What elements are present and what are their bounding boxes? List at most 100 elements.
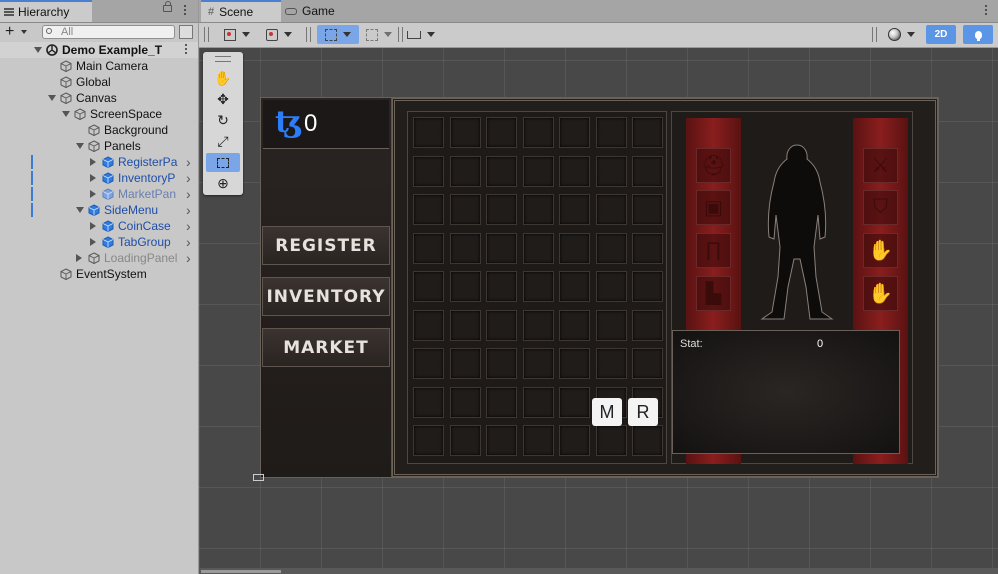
hierarchy-item-tab-group[interactable]: TabGroup › — [0, 234, 198, 250]
inventory-slot[interactable] — [413, 309, 444, 341]
lock-icon[interactable] — [163, 1, 172, 12]
inventory-slot[interactable] — [559, 386, 590, 418]
hierarchy-item-inventory-panel[interactable]: InventoryP › — [0, 170, 198, 186]
hierarchy-item-event-system[interactable]: EventSystem — [0, 266, 198, 282]
palette-grip-icon[interactable] — [215, 56, 231, 62]
scale-tool-button[interactable]: ⤢ — [206, 132, 240, 151]
inventory-slot[interactable] — [486, 271, 517, 302]
tab-game[interactable]: Game — [285, 0, 335, 22]
inventory-slot[interactable] — [595, 232, 627, 264]
inventory-slot[interactable] — [449, 117, 481, 148]
chevron-right-icon[interactable]: › — [186, 187, 191, 201]
chevron-right-icon[interactable]: › — [186, 171, 191, 185]
hierarchy-search-field[interactable]: All — [42, 25, 175, 39]
inventory-slot[interactable] — [522, 194, 554, 225]
register-button[interactable]: REGISTER — [262, 226, 390, 265]
inventory-slot[interactable] — [559, 271, 590, 302]
foldout-expanded-icon[interactable] — [34, 47, 42, 53]
foldout-expanded-icon[interactable] — [76, 207, 84, 213]
inventory-slot[interactable] — [595, 194, 627, 225]
inventory-slot[interactable] — [413, 271, 444, 302]
chevron-right-icon[interactable]: › — [186, 219, 191, 233]
chevron-right-icon[interactable]: › — [186, 251, 191, 265]
helmet-slot[interactable]: ⛑ — [696, 148, 731, 183]
lighting-toggle-button[interactable] — [963, 25, 993, 44]
hierarchy-item-canvas[interactable]: Canvas — [0, 90, 198, 106]
add-object-dropdown-icon[interactable] — [21, 30, 27, 34]
inventory-slot[interactable] — [632, 271, 663, 302]
hierarchy-tab[interactable]: Hierarchy — [0, 0, 92, 22]
rotate-tool-button[interactable]: ↻ — [206, 111, 240, 130]
foldout-collapsed-icon[interactable] — [90, 190, 96, 198]
foldout-expanded-icon[interactable] — [48, 95, 56, 101]
rect-transform-handle[interactable] — [253, 474, 264, 481]
inventory-slot[interactable] — [559, 232, 590, 264]
chevron-right-icon[interactable]: › — [186, 235, 191, 249]
rect-tool-button[interactable] — [206, 153, 240, 172]
inventory-slot[interactable] — [522, 348, 554, 379]
inventory-slot[interactable] — [559, 425, 590, 456]
inventory-slot[interactable] — [413, 232, 444, 264]
inventory-slot[interactable] — [449, 271, 481, 302]
hierarchy-item-panels[interactable]: Panels — [0, 138, 198, 154]
inventory-slot[interactable] — [522, 386, 554, 418]
inventory-slot[interactable] — [595, 348, 627, 379]
inventory-slot[interactable] — [522, 232, 554, 264]
hierarchy-item-side-menu[interactable]: SideMenu › — [0, 202, 198, 218]
inventory-slot[interactable] — [522, 425, 554, 456]
inventory-slot[interactable] — [595, 309, 627, 341]
inventory-slot[interactable] — [522, 155, 554, 187]
ruler-dropdown[interactable] — [403, 25, 439, 44]
inventory-slot[interactable] — [449, 386, 481, 418]
scene-viewport[interactable]: ✋ ✥ ↻ ⤢ ⊕ ꜩ 0 REGISTER INVENTORY MARKET … — [199, 48, 998, 574]
shield-slot[interactable]: ⛉ — [863, 190, 898, 225]
tab-scene[interactable]: # Scene — [201, 0, 281, 22]
inventory-slot[interactable] — [486, 194, 517, 225]
hierarchy-item-global[interactable]: Global — [0, 74, 198, 90]
transform-tool-button[interactable]: ⊕ — [206, 174, 240, 193]
hierarchy-item-coin-case[interactable]: CoinCase › — [0, 218, 198, 234]
hierarchy-menu-icon[interactable] — [184, 5, 187, 17]
increment-snap-toggle[interactable] — [361, 25, 397, 44]
inventory-slot[interactable] — [486, 348, 517, 379]
chevron-right-icon[interactable]: › — [186, 155, 191, 169]
inventory-slot[interactable] — [413, 425, 444, 456]
inventory-slot[interactable] — [559, 309, 590, 341]
inventory-slot[interactable] — [449, 309, 481, 341]
inventory-slot[interactable] — [632, 348, 663, 379]
inventory-slot[interactable] — [595, 117, 627, 148]
inventory-slot[interactable] — [486, 232, 517, 264]
hierarchy-item-loading-panel[interactable]: LoadingPanel › — [0, 250, 198, 266]
glove-right-slot[interactable]: ✋ — [863, 233, 898, 268]
chevron-right-icon[interactable]: › — [186, 203, 191, 217]
weapon-slot[interactable]: ⚔ — [863, 148, 898, 183]
inventory-slot[interactable] — [595, 425, 627, 456]
inventory-slot[interactable] — [632, 155, 663, 187]
add-object-button[interactable]: + — [5, 23, 14, 41]
inventory-slot[interactable] — [486, 386, 517, 418]
hierarchy-item-register-panel[interactable]: RegisterPa › — [0, 154, 198, 170]
r-button[interactable]: R — [628, 398, 658, 426]
inventory-slot[interactable] — [522, 271, 554, 302]
inventory-slot[interactable] — [449, 194, 481, 225]
armor-slot[interactable]: ▣ — [696, 190, 731, 225]
foldout-expanded-icon[interactable] — [62, 111, 70, 117]
inventory-slot[interactable] — [486, 155, 517, 187]
inventory-slot[interactable] — [632, 425, 663, 456]
inventory-slot[interactable] — [522, 117, 554, 148]
inventory-slot[interactable] — [559, 348, 590, 379]
inventory-slot[interactable] — [559, 194, 590, 225]
mode-2d-button[interactable]: 2D — [926, 25, 956, 44]
scene-options-icon[interactable] — [185, 44, 188, 56]
inventory-slot[interactable] — [486, 309, 517, 341]
grid-snap-toggle[interactable] — [317, 25, 359, 44]
inventory-slot[interactable] — [632, 309, 663, 341]
inventory-slot[interactable] — [522, 309, 554, 341]
inventory-slot[interactable] — [413, 386, 444, 418]
hand-tool-button[interactable]: ✋ — [206, 69, 240, 88]
inventory-slot[interactable] — [449, 348, 481, 379]
inventory-slot[interactable] — [632, 232, 663, 264]
foldout-collapsed-icon[interactable] — [90, 158, 96, 166]
render-mode-dropdown[interactable] — [259, 25, 299, 44]
inventory-slot[interactable] — [559, 155, 590, 187]
